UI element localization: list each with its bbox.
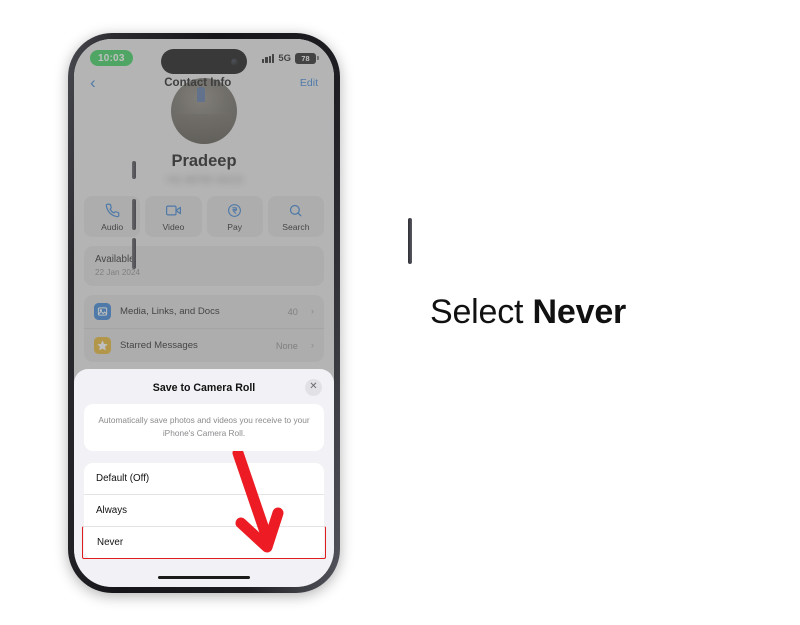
row-media-value: 40 — [287, 306, 298, 317]
caption-emphasis: Never — [532, 293, 627, 331]
caption-prefix: Select — [430, 293, 533, 331]
action-audio-label: Audio — [101, 222, 124, 232]
network-type-label: 5G — [278, 52, 291, 64]
row-starred-messages[interactable]: Starred Messages None › — [84, 328, 324, 362]
back-button[interactable]: ‹ — [90, 74, 96, 91]
action-video-label: Video — [162, 222, 185, 232]
phone-frame: 10:03 5G 78 ‹ Contact Info Edit Pradeep … — [68, 33, 412, 593]
phone-icon — [105, 203, 119, 218]
screenshot-canvas: 10:03 5G 78 ‹ Contact Info Edit Pradeep … — [0, 0, 800, 625]
close-icon[interactable]: ✕ — [305, 378, 322, 396]
search-icon — [290, 204, 302, 217]
battery-level-label: 78 — [301, 53, 310, 63]
status-card-content: Available 22 Jan 2024 — [84, 246, 324, 286]
media-card: Media, Links, and Docs 40 › Starred Mess… — [84, 295, 324, 362]
row-starred-value: None — [275, 340, 298, 351]
edit-button[interactable]: Edit — [300, 77, 318, 89]
option-never[interactable]: Never — [82, 525, 326, 559]
status-text: Available — [95, 254, 135, 265]
photo-icon — [94, 303, 111, 320]
phone-screen: 10:03 5G 78 ‹ Contact Info Edit Pradeep … — [74, 39, 334, 587]
action-search[interactable]: Search — [267, 196, 324, 237]
volume-down-button[interactable] — [132, 238, 136, 269]
option-default-off[interactable]: Default (Off) — [84, 463, 324, 494]
action-pay[interactable]: Pay — [206, 196, 263, 237]
sheet-description: Automatically save photos and videos you… — [84, 403, 324, 451]
rupee-circle-icon — [228, 204, 242, 217]
silent-switch[interactable] — [132, 161, 136, 179]
battery-icon: 78 — [295, 52, 319, 64]
action-search-label: Search — [282, 222, 310, 232]
sheet-title: Save to Camera Roll — [152, 381, 256, 394]
row-media-label: Media, Links, and Docs — [120, 306, 220, 317]
dynamic-island — [161, 49, 247, 74]
chevron-right-icon: › — [310, 340, 314, 351]
action-video[interactable]: Video — [145, 196, 202, 237]
option-list: Default (Off) Always Never — [82, 462, 326, 559]
sheet-header: Save to Camera Roll ✕ — [74, 378, 334, 404]
video-camera-icon — [165, 205, 181, 216]
status-indicators: 5G 78 — [262, 52, 319, 64]
action-pay-label: Pay — [227, 222, 243, 232]
home-indicator — [158, 575, 250, 579]
status-time-pill: 10:03 — [90, 50, 133, 66]
quick-actions: Audio Video Pay Search — [74, 196, 334, 246]
volume-up-button[interactable] — [132, 199, 136, 230]
signal-strength-icon — [262, 53, 275, 63]
chevron-right-icon: › — [310, 306, 314, 317]
nav-bar: ‹ Contact Info Edit — [74, 71, 334, 99]
status-card[interactable]: Available 22 Jan 2024 — [84, 246, 324, 286]
save-to-camera-roll-sheet: Save to Camera Roll ✕ Automatically save… — [74, 368, 334, 587]
instruction-caption: Select Never — [430, 293, 626, 332]
option-always[interactable]: Always — [84, 493, 324, 526]
front-camera-icon — [231, 58, 238, 65]
contact-phone-number: +91 98765 43210 — [164, 175, 244, 186]
star-icon — [94, 337, 111, 354]
power-button[interactable] — [408, 218, 412, 264]
row-starred-label: Starred Messages — [120, 340, 198, 351]
row-media-links-docs[interactable]: Media, Links, and Docs 40 › — [84, 295, 324, 328]
contact-name: Pradeep — [171, 152, 237, 170]
status-date: 22 Jan 2024 — [95, 268, 141, 277]
page-title: Contact Info — [164, 76, 232, 89]
